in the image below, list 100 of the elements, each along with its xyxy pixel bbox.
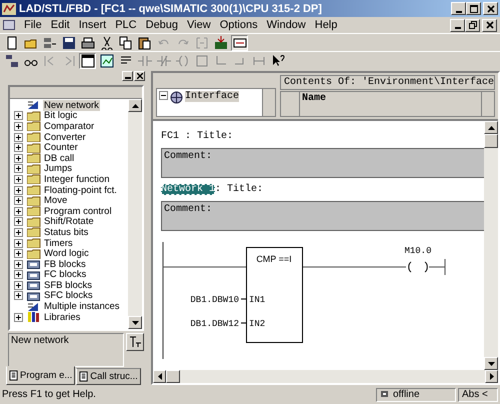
tree-item[interactable]: Timers xyxy=(14,238,128,248)
expand-icon[interactable] xyxy=(14,143,23,152)
pane-icon[interactable] xyxy=(79,52,96,68)
tree-item[interactable]: Bit logic xyxy=(14,110,128,122)
tree-item[interactable]: SFC blocks xyxy=(14,290,128,302)
expand-icon[interactable] xyxy=(14,174,23,184)
books-icon xyxy=(27,312,41,322)
scroll-right-icon[interactable] xyxy=(485,370,498,383)
expand-icon[interactable] xyxy=(14,291,23,300)
tree-item[interactable]: Status bits xyxy=(14,227,128,238)
comment-field[interactable]: Comment: xyxy=(161,201,484,231)
monitor-icon[interactable] xyxy=(231,34,248,50)
folder-icon xyxy=(27,164,41,174)
print-icon[interactable] xyxy=(79,34,96,50)
menu-item[interactable]: Debug xyxy=(146,19,178,31)
close-button[interactable] xyxy=(482,18,497,32)
expand-icon[interactable] xyxy=(14,217,23,226)
paste-icon[interactable] xyxy=(136,34,153,50)
folder-icon xyxy=(27,248,41,259)
tree-item[interactable]: FC blocks xyxy=(14,270,128,280)
expand-icon[interactable] xyxy=(14,238,23,248)
expand-icon[interactable] xyxy=(14,206,23,216)
tree-item[interactable]: Converter xyxy=(14,132,128,142)
menu-item[interactable]: Window xyxy=(266,19,306,31)
close-button[interactable] xyxy=(483,2,498,15)
expand-icon[interactable] xyxy=(14,249,23,258)
scroll-down-icon[interactable] xyxy=(128,316,142,329)
scroll-thumb[interactable] xyxy=(166,370,180,383)
document-icon[interactable] xyxy=(3,20,15,30)
close-icon[interactable] xyxy=(486,21,494,29)
document-icon[interactable] xyxy=(79,371,90,382)
expand-icon[interactable] xyxy=(14,270,23,280)
tree-item[interactable]: Libraries xyxy=(14,312,128,322)
expand-icon[interactable] xyxy=(14,280,23,290)
folder-icon xyxy=(27,121,41,132)
tree-item[interactable]: Word logic xyxy=(14,248,128,259)
expand-icon[interactable] xyxy=(14,164,23,174)
maximize-button[interactable] xyxy=(466,2,481,15)
block-icon xyxy=(27,270,41,280)
menu-item[interactable]: PLC xyxy=(115,19,137,31)
download-icon[interactable] xyxy=(212,34,229,50)
expand-icon[interactable] xyxy=(14,186,23,195)
scroll-up-icon[interactable] xyxy=(128,99,142,112)
minimize-button[interactable] xyxy=(451,2,466,15)
comment-field[interactable]: Comment: xyxy=(161,148,484,178)
folder-icon xyxy=(27,153,41,164)
block-icon xyxy=(27,259,41,270)
insert-icon[interactable] xyxy=(126,333,144,351)
tree-item[interactable]: Program control xyxy=(14,206,128,217)
expand-icon[interactable] xyxy=(14,260,23,269)
restore-icon[interactable] xyxy=(468,21,476,29)
minimize-button[interactable] xyxy=(450,18,465,32)
pane2-icon[interactable] xyxy=(98,52,115,68)
tree-item[interactable]: Floating-point fct. xyxy=(14,184,128,196)
tree-item[interactable]: Move xyxy=(14,195,128,206)
connection-line xyxy=(240,298,246,300)
scroll-down-icon[interactable] xyxy=(484,357,498,370)
close-icon[interactable] xyxy=(136,73,142,79)
minimize-button[interactable] xyxy=(122,71,133,81)
scroll-up-icon[interactable] xyxy=(484,121,498,134)
menu-item[interactable]: Insert xyxy=(78,19,106,31)
restore-button[interactable] xyxy=(465,18,480,32)
scroll-left-icon[interactable] xyxy=(153,370,166,383)
expand-icon[interactable] xyxy=(14,111,23,120)
folder-icon xyxy=(27,110,41,121)
plug-icon xyxy=(380,390,389,399)
menu-item[interactable]: Edit xyxy=(50,19,70,31)
menu-item[interactable]: Options xyxy=(220,19,258,31)
expand-icon[interactable] xyxy=(14,154,23,163)
document-icon[interactable] xyxy=(9,370,19,381)
tree-item[interactable]: Multiple instances xyxy=(14,301,128,312)
expand-icon[interactable] xyxy=(14,312,23,322)
collapse-icon[interactable] xyxy=(159,91,168,100)
status-text: offline xyxy=(393,389,420,400)
menu-item[interactable]: File xyxy=(24,19,42,31)
menu-item[interactable]: Help xyxy=(314,19,338,31)
close-icon[interactable] xyxy=(486,4,494,12)
expand-icon[interactable] xyxy=(14,122,23,131)
tree-item[interactable]: Counter xyxy=(14,142,128,153)
expand-icon[interactable] xyxy=(14,196,23,206)
column-header[interactable]: Name xyxy=(300,92,481,116)
coil-icon[interactable] xyxy=(408,262,428,272)
tree-item[interactable]: Comparator xyxy=(14,121,128,132)
close-button[interactable] xyxy=(134,71,145,81)
expand-icon[interactable] xyxy=(14,132,23,142)
tree-item[interactable]: Integer function xyxy=(14,174,128,185)
tab[interactable]: Program e... xyxy=(6,366,76,385)
menu-item[interactable]: View xyxy=(187,19,211,31)
copy-icon[interactable] xyxy=(117,34,134,50)
folder-icon xyxy=(27,174,41,184)
tree-item[interactable]: SFB blocks xyxy=(14,280,128,291)
tab[interactable]: Call struc... xyxy=(76,368,141,385)
tree-item[interactable]: Shift/Rotate xyxy=(14,216,128,228)
maximize-icon[interactable] xyxy=(470,4,478,12)
tree-item[interactable]: FB blocks xyxy=(14,258,128,270)
scroll-thumb[interactable] xyxy=(484,134,498,148)
save-icon[interactable] xyxy=(60,34,77,50)
tree-item[interactable]: Jumps xyxy=(14,164,128,174)
tree-item[interactable]: DB call xyxy=(14,152,128,164)
expand-icon[interactable] xyxy=(14,228,23,237)
